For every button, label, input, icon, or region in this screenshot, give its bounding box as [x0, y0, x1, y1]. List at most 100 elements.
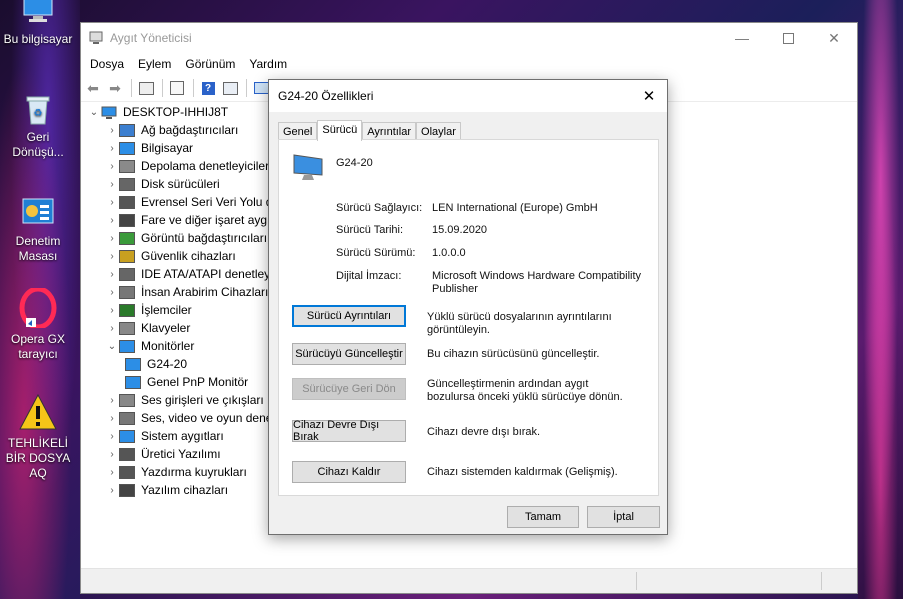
device-category-icon	[119, 213, 135, 227]
forward-button[interactable]: ➡	[105, 79, 125, 97]
chevron-right-icon[interactable]: ›	[105, 269, 119, 280]
monitor-icon	[293, 154, 323, 180]
device-category-icon	[119, 321, 135, 335]
tree-child-item[interactable]: G24-20	[81, 355, 281, 373]
menu-yardim[interactable]: Yardım	[242, 57, 294, 71]
tree-category[interactable]: › Fare ve diğer işaret aygıt	[81, 211, 281, 229]
menu-gorunum[interactable]: Görünüm	[178, 57, 242, 71]
menu-dosya[interactable]: Dosya	[83, 57, 131, 71]
chevron-right-icon[interactable]: ›	[105, 431, 119, 442]
tree-item-label: Ağ bağdaştırıcıları	[141, 123, 239, 137]
driver-details-button[interactable]: Sürücü Ayrıntıları	[292, 305, 406, 327]
properties-view-button[interactable]	[136, 79, 156, 97]
chevron-right-icon[interactable]: ›	[105, 449, 119, 460]
menu-eylem[interactable]: Eylem	[131, 57, 178, 71]
window-title: Aygıt Yöneticisi	[110, 31, 192, 45]
this-pc-icon	[21, 0, 55, 28]
tree-item-label: Yazdırma kuyrukları	[141, 465, 247, 479]
digital-signer-label: Dijital İmzacı:	[336, 270, 402, 282]
chevron-right-icon[interactable]: ›	[105, 143, 119, 154]
update-driver-button[interactable]: Sürücüyü Güncelleştir	[292, 343, 406, 365]
tree-category[interactable]: › İnsan Arabirim Cihazları	[81, 283, 281, 301]
view-button[interactable]	[220, 79, 240, 97]
desktop-icon-label: Denetim Masası	[15, 234, 61, 263]
chevron-right-icon[interactable]: ›	[105, 233, 119, 244]
grid-icon	[138, 81, 154, 95]
tree-category[interactable]: › Depolama denetleyiciler	[81, 157, 281, 175]
tree-root[interactable]: ⌄ DESKTOP-IHHIJ8T	[81, 103, 281, 121]
desktop-icon-label: Bu bilgisayar	[3, 32, 73, 46]
panel-icon	[222, 81, 238, 95]
tree-category[interactable]: › Evrensel Seri Veri Yolu de	[81, 193, 281, 211]
dialog-title: G24-20 Özellikleri	[278, 89, 374, 103]
chevron-right-icon[interactable]: ›	[105, 467, 119, 478]
minimize-icon: —	[735, 30, 749, 46]
driver-version-value: 1.0.0.0	[432, 247, 466, 259]
chevron-right-icon[interactable]: ›	[105, 197, 119, 208]
tree-category[interactable]: › Yazdırma kuyrukları	[81, 463, 281, 481]
tree-category[interactable]: › İşlemciler	[81, 301, 281, 319]
desktop-icon-this-pc[interactable]: Bu bilgisayar	[0, 0, 76, 47]
desktop-icon-warning-file[interactable]: TEHLİKELİ BİR DOSYA AQ	[0, 392, 76, 481]
chevron-right-icon[interactable]: ›	[105, 179, 119, 190]
tree-child-item[interactable]: Genel PnP Monitör	[81, 373, 281, 391]
device-category-icon	[119, 447, 135, 461]
roll-back-driver-button[interactable]: Sürücüye Geri Dön	[292, 378, 406, 400]
chevron-right-icon[interactable]: ›	[105, 395, 119, 406]
close-button[interactable]: ✕	[811, 23, 857, 53]
properties-dialog: G24-20 Özellikleri ✕ Genel Sürücü Ayrınt…	[268, 79, 668, 535]
tree-category[interactable]: ⌄ Monitörler	[81, 337, 281, 355]
chevron-right-icon[interactable]: ›	[105, 161, 119, 172]
desktop-icon-opera-gx[interactable]: Opera GX tarayıcı	[0, 286, 76, 362]
tree-category[interactable]: › Güvenlik cihazları	[81, 247, 281, 265]
tree-category[interactable]: › Sistem aygıtları	[81, 427, 281, 445]
desktop-icon-recycle-bin[interactable]: ♻ Geri Dönüşü...	[0, 92, 76, 160]
desktop-icon-label: Opera GX tarayıcı	[10, 332, 66, 361]
driver-details-desc: Yüklü sürücü dosyalarının ayrıntılarını …	[427, 311, 612, 336]
device-category-icon	[119, 159, 135, 173]
chevron-right-icon[interactable]: ›	[105, 485, 119, 496]
tree-category[interactable]: › Ağ bağdaştırıcıları	[81, 121, 281, 139]
tree-category[interactable]: › Ses girişleri ve çıkışları	[81, 391, 281, 409]
driver-provider-value: LEN International (Europe) GmbH	[432, 202, 598, 214]
tree-category[interactable]: › Ses, video ve oyun dene	[81, 409, 281, 427]
tree-category[interactable]: › Üretici Yazılımı	[81, 445, 281, 463]
cancel-button[interactable]: İptal	[587, 506, 660, 528]
chevron-right-icon[interactable]: ›	[105, 305, 119, 316]
maximize-button[interactable]	[765, 23, 811, 53]
chevron-down-icon[interactable]: ⌄	[105, 341, 119, 352]
device-category-icon	[119, 483, 135, 497]
tree-category[interactable]: › IDE ATA/ATAPI denetleyi	[81, 265, 281, 283]
chevron-right-icon[interactable]: ›	[105, 413, 119, 424]
ok-button[interactable]: Tamam	[507, 506, 579, 528]
minimize-button[interactable]: —	[719, 23, 765, 53]
tree-category[interactable]: › Disk sürücüleri	[81, 175, 281, 193]
help-button[interactable]: ?	[198, 79, 218, 97]
arrow-left-icon: ⬅	[87, 79, 99, 96]
tab-surucu[interactable]: Sürücü	[317, 120, 363, 141]
tree-category[interactable]: › Yazılım cihazları	[81, 481, 281, 499]
tree-item-label: Güvenlik cihazları	[141, 249, 236, 263]
disable-device-button[interactable]: Cihazı Devre Dışı Bırak	[292, 419, 406, 443]
tree-item-label: Yazılım cihazları	[141, 483, 229, 497]
chevron-right-icon[interactable]: ›	[105, 323, 119, 334]
chevron-right-icon[interactable]: ›	[105, 215, 119, 226]
warning-icon	[18, 392, 58, 432]
dialog-close-button[interactable]: ✕	[639, 86, 659, 106]
device-category-icon	[119, 285, 135, 299]
tree-item-label: Bilgisayar	[141, 141, 194, 155]
desktop-icon-control-panel[interactable]: Denetim Masası	[0, 196, 76, 264]
chevron-right-icon[interactable]: ›	[105, 287, 119, 298]
tree-category[interactable]: › Bilgisayar	[81, 139, 281, 157]
tree-category[interactable]: › Görüntü bağdaştırıcıları	[81, 229, 281, 247]
uninstall-device-button[interactable]: Cihazı Kaldır	[292, 461, 406, 483]
device-manager-icon	[89, 31, 103, 44]
tree-item-label: Depolama denetleyiciler	[141, 159, 270, 173]
close-icon: ✕	[828, 29, 840, 46]
list-button[interactable]	[167, 79, 187, 97]
tree-category[interactable]: › Klavyeler	[81, 319, 281, 337]
chevron-down-icon[interactable]: ⌄	[87, 107, 101, 118]
back-button[interactable]: ⬅	[83, 79, 103, 97]
chevron-right-icon[interactable]: ›	[105, 125, 119, 136]
chevron-right-icon[interactable]: ›	[105, 251, 119, 262]
